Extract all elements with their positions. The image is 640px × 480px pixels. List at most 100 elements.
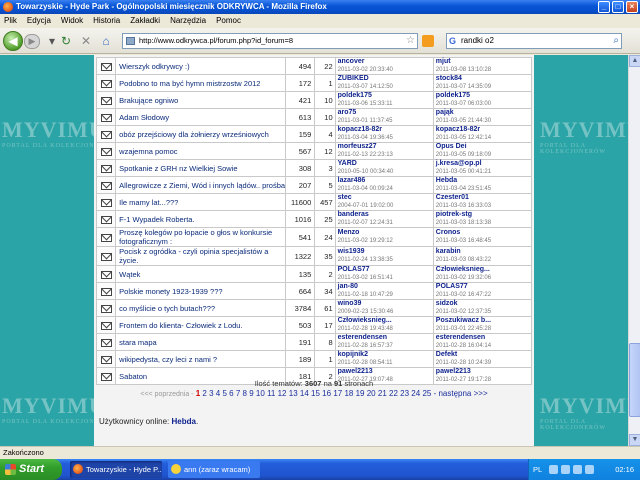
topic-author[interactable]: Człowieksnieg... <box>338 317 433 325</box>
pager-page-link[interactable]: 14 <box>300 389 309 398</box>
google-icon[interactable]: G <box>449 34 456 48</box>
topic-author[interactable]: stec <box>338 194 433 202</box>
bookmark-star-icon[interactable]: ☆ <box>406 34 415 48</box>
pager-page-link[interactable]: 23 <box>400 389 409 398</box>
topic-author[interactable]: ZUBIKED <box>338 75 433 83</box>
back-button[interactable]: ◀ <box>3 31 23 51</box>
topic-last-poster[interactable]: Czester01 <box>436 194 531 202</box>
minimize-button[interactable]: _ <box>598 1 610 13</box>
pager-page-link[interactable]: 17 <box>333 389 342 398</box>
pager-page-link[interactable]: 12 <box>278 389 287 398</box>
topic-author[interactable]: Menzo <box>338 229 433 237</box>
topic-title[interactable]: Allegrowicze z Ziemi, Wód i innych lądów… <box>115 176 287 194</box>
topic-author[interactable]: POLAS77 <box>338 266 433 274</box>
tray-network-icon[interactable] <box>549 465 558 474</box>
pager-page-link[interactable]: 10 <box>256 389 265 398</box>
topic-author[interactable]: poldek175 <box>338 92 433 100</box>
menu-tools[interactable]: Narzędzia <box>170 14 206 28</box>
start-button[interactable]: Start <box>0 459 62 480</box>
topic-title[interactable]: co myślicie o tych butach??? <box>115 299 287 317</box>
topic-author[interactable]: banderas <box>338 211 433 219</box>
topic-author[interactable]: lazar486 <box>338 177 433 185</box>
topic-author[interactable]: wis1939 <box>338 248 433 256</box>
taskbar-item-messenger[interactable]: ann (zaraz wracam) <box>168 461 260 478</box>
topic-last-poster[interactable]: karabin <box>436 248 531 256</box>
pager-page-link[interactable]: 13 <box>289 389 298 398</box>
forward-button[interactable]: ▶ <box>24 34 40 49</box>
pager-page-link[interactable]: 15 <box>311 389 320 398</box>
topic-last-poster[interactable]: POLAS77 <box>436 283 531 291</box>
tray-volume-icon[interactable] <box>561 465 570 474</box>
topic-author[interactable]: ancover <box>338 58 433 66</box>
topic-title[interactable]: F-1 Wypadek Roberta. <box>115 210 287 228</box>
topic-title[interactable]: Frontem do klienta- Człowiek z Lodu. <box>115 316 287 334</box>
topic-title[interactable]: Adam Słodowy <box>115 108 287 126</box>
menu-file[interactable]: Plik <box>4 14 17 28</box>
maximize-button[interactable]: □ <box>612 1 624 13</box>
pager-page-link[interactable]: 21 <box>378 389 387 398</box>
topic-title[interactable]: wzajemna pomoc <box>115 142 287 160</box>
pager-next[interactable]: - następna >>> <box>434 389 488 398</box>
pager-page-link[interactable]: 20 <box>367 389 376 398</box>
close-button[interactable]: × <box>626 1 638 13</box>
topic-last-poster[interactable]: mjut <box>436 58 531 66</box>
topic-author[interactable]: YARD <box>338 160 433 168</box>
topic-title[interactable]: stara mapa <box>115 333 287 351</box>
pager-page-link[interactable]: 8 <box>243 389 247 398</box>
tray-security-icon[interactable] <box>573 465 582 474</box>
topic-author[interactable]: jan-80 <box>338 283 433 291</box>
page-scrollbar[interactable]: ▲ ▼ <box>628 55 640 446</box>
topic-title[interactable]: Wątek <box>115 265 287 283</box>
home-icon[interactable]: ⌂ <box>98 34 114 49</box>
topic-last-poster[interactable]: Cronos <box>436 229 531 237</box>
topic-title[interactable]: Spotkanie z GRH nz Wielkiej Sowie <box>115 159 287 177</box>
topic-last-poster[interactable]: esterendensen <box>436 334 531 342</box>
topic-title[interactable]: Proszę kolegów po łopacie o głos w konku… <box>115 227 287 247</box>
topic-title[interactable]: Podobno to ma być hymn mistrzostw 2012 <box>115 74 287 92</box>
topic-last-poster[interactable]: pająk <box>436 109 531 117</box>
topic-title[interactable]: Pocisk z ogródka - czyli opinia specjali… <box>115 246 287 266</box>
pager-page-link[interactable]: 11 <box>267 389 275 398</box>
topic-last-poster[interactable]: Opus Dei <box>436 143 531 151</box>
topic-title[interactable]: wikipedysta, czy leci z nami ? <box>115 350 287 368</box>
pager-page-link[interactable]: 25 <box>422 389 431 398</box>
pager-page-link[interactable]: 18 <box>344 389 353 398</box>
topic-title[interactable]: Polskie monety 1923-1939 ??? <box>115 282 287 300</box>
pager-page-link[interactable]: 22 <box>389 389 398 398</box>
scroll-down-icon[interactable]: ▼ <box>629 434 640 446</box>
url-bar[interactable]: http://www.odkrywca.pl/forum.php?id_foru… <box>122 33 418 49</box>
pager-page-link[interactable]: 19 <box>356 389 365 398</box>
topic-last-poster[interactable]: j.kresa@op.pl <box>436 160 531 168</box>
search-box[interactable]: G randki o2 ⌕ <box>446 33 622 49</box>
language-indicator[interactable]: PL <box>533 459 542 480</box>
menu-bookmarks[interactable]: Zakładki <box>130 14 160 28</box>
tray-update-icon[interactable] <box>585 465 594 474</box>
pager-page-link[interactable]: 2 <box>202 389 206 398</box>
topic-author[interactable]: esterendensen <box>338 334 433 342</box>
online-user-link[interactable]: Hebda <box>171 417 195 426</box>
topic-last-poster[interactable]: Poszukiwacz b... <box>436 317 531 325</box>
pager-page-link[interactable]: 16 <box>322 389 331 398</box>
pager-page-link[interactable]: 9 <box>249 389 253 398</box>
topic-author[interactable]: morfeusz27 <box>338 143 433 151</box>
menu-history[interactable]: Historia <box>93 14 120 28</box>
topic-title[interactable]: obóz przejściowy dla żołnierzy wrześniow… <box>115 125 287 143</box>
menu-edit[interactable]: Edycja <box>27 14 51 28</box>
menu-view[interactable]: Widok <box>61 14 83 28</box>
pager-page-link[interactable]: 7 <box>236 389 240 398</box>
topic-last-poster[interactable]: kopacz18-82r <box>436 126 531 134</box>
topic-last-poster[interactable]: poldek175 <box>436 92 531 100</box>
topic-author[interactable]: kopijnik2 <box>338 351 433 359</box>
topic-author[interactable]: wino39 <box>338 300 433 308</box>
topic-author[interactable]: pawel2213 <box>338 368 433 376</box>
rss-feed-icon[interactable] <box>422 35 434 47</box>
pager-page-link[interactable]: 6 <box>229 389 233 398</box>
pager-page-link[interactable]: 5 <box>222 389 226 398</box>
topic-title[interactable]: Wierszyk odkrywcy :) <box>115 57 287 75</box>
scroll-thumb[interactable] <box>629 343 640 417</box>
topic-author[interactable]: aro75 <box>338 109 433 117</box>
topic-last-poster[interactable]: Człowieksnieg... <box>436 266 531 274</box>
topic-last-poster[interactable]: Hebda <box>436 177 531 185</box>
topic-last-poster[interactable]: Defekt <box>436 351 531 359</box>
menu-help[interactable]: Pomoc <box>216 14 241 28</box>
